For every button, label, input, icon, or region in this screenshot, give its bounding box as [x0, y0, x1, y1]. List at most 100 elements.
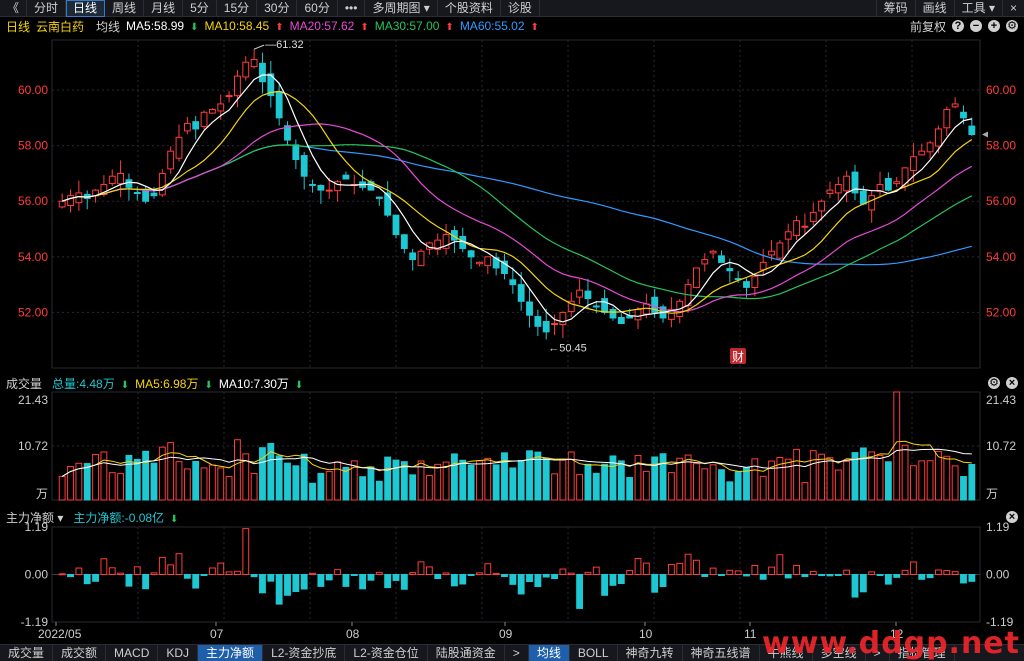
flow-bar-negative: [517, 574, 525, 595]
candle-up: [250, 58, 258, 68]
candle-up: [484, 256, 492, 267]
volume-tick-right: 10.72: [986, 439, 1016, 453]
candle-down: [275, 90, 283, 119]
candle-up: [868, 195, 876, 211]
candle-up: [200, 111, 208, 127]
candle-up: [234, 75, 241, 97]
flow-bar-positive: [559, 568, 567, 575]
flow-bar-positive: [734, 570, 742, 576]
volume-bar-down: [542, 457, 550, 501]
volume-bar-up: [951, 465, 959, 501]
price-tick-right: 56.00: [986, 194, 1016, 208]
flow-bar-positive: [592, 566, 600, 575]
indicator-tab-10[interactable]: BOLL: [570, 644, 618, 661]
volume-info-bar: 成交量 总量:4.48万 ⬇ MA5:6.98万 ⬇ MA10:7.30万 ⬇ ⚙ ×: [0, 375, 1024, 391]
volume-bar-down: [734, 471, 742, 501]
flow-bar-negative: [384, 574, 392, 589]
flow-bar-negative: [83, 574, 91, 585]
indicator-tab-0[interactable]: 成交量: [0, 644, 54, 661]
volume-bar-up: [893, 391, 901, 501]
candle-up: [943, 108, 951, 129]
price-tick-right: 52.00: [986, 305, 1016, 319]
flow-title[interactable]: 主力净额 ▾: [6, 509, 63, 526]
flow-bar-positive: [425, 566, 433, 576]
candle-up: [784, 231, 792, 240]
volume-bar-down: [960, 476, 967, 501]
candle-down: [300, 155, 308, 177]
volume-bar-up: [425, 474, 433, 501]
candle-down: [968, 125, 976, 136]
indicator-tab-9[interactable]: 均线: [528, 644, 570, 661]
flow-bar-positive: [951, 571, 959, 575]
volume-bar-up: [200, 467, 208, 501]
candle-up: [158, 172, 166, 196]
flow-bar-positive: [776, 554, 784, 575]
x-axis-label: 07: [210, 627, 224, 641]
volume-bar-up: [58, 475, 66, 501]
flow-bar-negative: [292, 574, 300, 593]
volume-bar-up: [559, 459, 567, 501]
volume-bar-down: [517, 459, 525, 501]
flow-bar-positive: [709, 567, 717, 575]
indicator-tab-1[interactable]: 成交额: [53, 644, 107, 661]
volume-bar-up: [693, 463, 700, 501]
panel-frame: [51, 39, 981, 369]
volume-bar-down: [968, 463, 976, 501]
indicator-tab-3[interactable]: KDJ: [158, 644, 199, 661]
candle-up: [183, 122, 191, 132]
flow-tick-left: 0.00: [25, 568, 49, 582]
indicator-tab-12[interactable]: 神奇五线谱: [683, 644, 760, 661]
candle-up: [776, 242, 784, 259]
flow-bar-positive: [693, 559, 700, 575]
candle-up: [576, 289, 584, 298]
stock-chart[interactable]: 60.00 60.00 58.00 58.00 56.00 56.00 54.00 54.00…: [0, 0, 1024, 661]
high-price-label: —61.32: [265, 39, 304, 51]
candle-down: [192, 121, 200, 130]
flow-bar-negative: [200, 574, 208, 576]
flow-bar-negative: [534, 574, 542, 588]
flow-bar-negative: [884, 574, 892, 585]
candle-up: [108, 175, 116, 185]
flow-bar-negative: [284, 574, 291, 596]
flow-bar-positive: [935, 569, 942, 576]
down-arrow-icon: ⬇: [170, 513, 179, 525]
indicator-tab-7[interactable]: 陆股通资金: [428, 644, 505, 661]
close-icon[interactable]: ×: [1006, 377, 1018, 389]
flow-bar-negative: [784, 574, 792, 579]
candle-up: [926, 142, 934, 153]
candle-down: [384, 192, 392, 216]
candle-up: [175, 136, 183, 159]
indicator-tab-5[interactable]: L2-资金抄底: [263, 644, 346, 661]
flow-bar-positive: [309, 572, 316, 576]
indicator-tab-11[interactable]: 神奇九转: [618, 644, 683, 661]
flow-bar-negative: [367, 574, 375, 581]
flow-bar-negative: [834, 574, 842, 576]
candle-down: [601, 298, 609, 313]
volume-bar-up: [234, 439, 241, 501]
volume-bar-up: [834, 469, 842, 501]
settings-icon[interactable]: ⚙: [988, 377, 1000, 389]
volume-bar-up: [183, 468, 191, 501]
volume-bar-up: [167, 442, 175, 501]
flow-bar-negative: [859, 574, 867, 593]
volume-bar-down: [392, 459, 400, 501]
close-icon[interactable]: ×: [1006, 511, 1018, 523]
candle-up: [768, 250, 775, 256]
indicator-tab-8[interactable]: >: [505, 644, 529, 661]
flow-bar-positive: [334, 569, 341, 575]
current-price-marker: [982, 131, 988, 138]
flow-bar-positive: [409, 572, 417, 576]
indicator-tab-4[interactable]: 主力净额: [198, 644, 264, 661]
volume-bar-down: [617, 460, 625, 501]
candle-down: [509, 279, 517, 286]
indicator-tab-6[interactable]: L2-资金仓位: [345, 644, 428, 661]
volume-bar-down: [459, 459, 467, 501]
indicator-tab-2[interactable]: MACD: [106, 644, 159, 661]
candle-down: [726, 268, 734, 272]
candle-up: [918, 150, 926, 156]
candle-up: [893, 181, 901, 185]
flow-bar-negative: [267, 574, 275, 582]
volume-title[interactable]: 成交量: [6, 375, 42, 392]
flow-bar-negative: [759, 574, 767, 580]
volume-bar-down: [409, 474, 417, 501]
